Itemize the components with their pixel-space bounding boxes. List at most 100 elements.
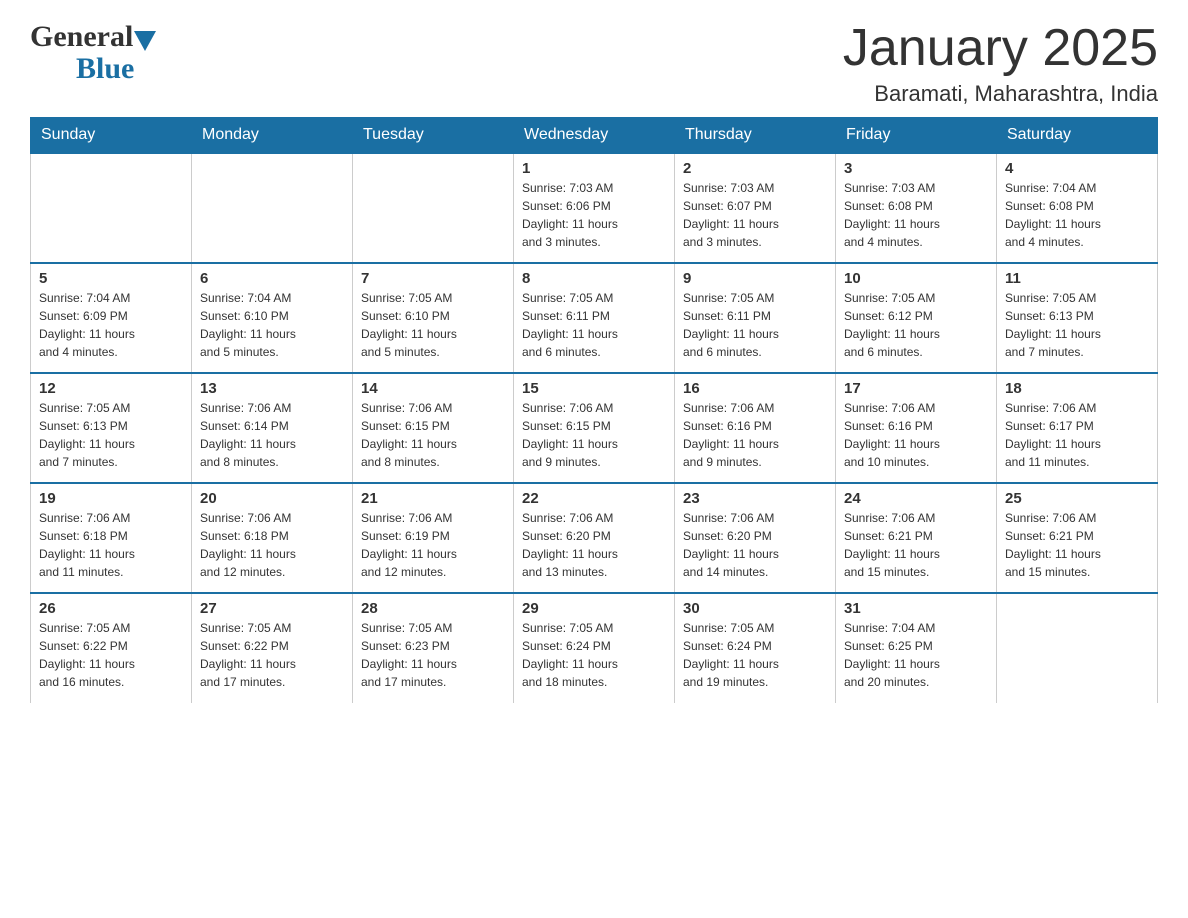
- day-number: 11: [1005, 270, 1149, 287]
- logo: General Blue: [30, 20, 157, 86]
- day-number: 13: [200, 380, 344, 397]
- day-number: 23: [683, 490, 827, 507]
- calendar-table: SundayMondayTuesdayWednesdayThursdayFrid…: [30, 117, 1158, 703]
- day-number: 6: [200, 270, 344, 287]
- day-info: Sunrise: 7:06 AM Sunset: 6:20 PM Dayligh…: [683, 509, 827, 581]
- day-number: 8: [522, 270, 666, 287]
- day-number: 20: [200, 490, 344, 507]
- logo-triangle-icon: [134, 31, 156, 51]
- header-friday: Friday: [836, 118, 997, 154]
- header-saturday: Saturday: [997, 118, 1158, 154]
- calendar-cell: 13 Sunrise: 7:06 AM Sunset: 6:14 PM Dayli…: [192, 373, 353, 483]
- calendar-cell: 7 Sunrise: 7:05 AM Sunset: 6:10 PM Daylig…: [353, 263, 514, 373]
- day-number: 18: [1005, 380, 1149, 397]
- day-info: Sunrise: 7:04 AM Sunset: 6:25 PM Dayligh…: [844, 619, 988, 691]
- calendar-cell: [353, 153, 514, 263]
- day-number: 14: [361, 380, 505, 397]
- day-number: 4: [1005, 160, 1149, 177]
- calendar-cell: 3 Sunrise: 7:03 AM Sunset: 6:08 PM Daylig…: [836, 153, 997, 263]
- logo-general: General: [30, 20, 133, 54]
- calendar-cell: 25Sunrise: 7:06 AM Sunset: 6:21 PM Dayli…: [997, 483, 1158, 593]
- day-info: Sunrise: 7:06 AM Sunset: 6:18 PM Dayligh…: [200, 509, 344, 581]
- day-info: Sunrise: 7:05 AM Sunset: 6:13 PM Dayligh…: [1005, 289, 1149, 361]
- day-number: 21: [361, 490, 505, 507]
- header-tuesday: Tuesday: [353, 118, 514, 154]
- page-subtitle: Baramati, Maharashtra, India: [843, 81, 1158, 107]
- day-number: 16: [683, 380, 827, 397]
- week-row-1: 1Sunrise: 7:03 AM Sunset: 6:06 PM Daylig…: [31, 153, 1158, 263]
- week-row-2: 5Sunrise: 7:04 AM Sunset: 6:09 PM Daylig…: [31, 263, 1158, 373]
- day-info: Sunrise: 7:05 AM Sunset: 6:11 PM Dayligh…: [522, 289, 666, 361]
- day-info: Sunrise: 7:04 AM Sunset: 6:10 PM Dayligh…: [200, 289, 344, 361]
- day-info: Sunrise: 7:06 AM Sunset: 6:16 PM Dayligh…: [844, 399, 988, 471]
- day-number: 28: [361, 600, 505, 617]
- day-number: 9: [683, 270, 827, 287]
- day-info: Sunrise: 7:04 AM Sunset: 6:08 PM Dayligh…: [1005, 179, 1149, 251]
- day-info: Sunrise: 7:06 AM Sunset: 6:18 PM Dayligh…: [39, 509, 183, 581]
- day-info: Sunrise: 7:04 AM Sunset: 6:09 PM Dayligh…: [39, 289, 183, 361]
- logo-blue: Blue: [76, 52, 134, 86]
- calendar-cell: 1Sunrise: 7:03 AM Sunset: 6:06 PM Daylig…: [514, 153, 675, 263]
- calendar-cell: [997, 593, 1158, 703]
- calendar-cell: 10 Sunrise: 7:05 AM Sunset: 6:12 PM Dayli…: [836, 263, 997, 373]
- calendar-cell: 26 Sunrise: 7:05 AM Sunset: 6:22 PM Dayli…: [31, 593, 192, 703]
- calendar-cell: 4 Sunrise: 7:04 AM Sunset: 6:08 PM Daylig…: [997, 153, 1158, 263]
- day-number: 24: [844, 490, 988, 507]
- calendar-cell: 14 Sunrise: 7:06 AM Sunset: 6:15 PM Dayli…: [353, 373, 514, 483]
- day-number: 2: [683, 160, 827, 177]
- day-number: 22: [522, 490, 666, 507]
- day-number: 29: [522, 600, 666, 617]
- header-sunday: Sunday: [31, 118, 192, 154]
- day-info: Sunrise: 7:06 AM Sunset: 6:17 PM Dayligh…: [1005, 399, 1149, 471]
- calendar-cell: 28Sunrise: 7:05 AM Sunset: 6:23 PM Dayli…: [353, 593, 514, 703]
- day-info: Sunrise: 7:06 AM Sunset: 6:15 PM Dayligh…: [361, 399, 505, 471]
- day-info: Sunrise: 7:06 AM Sunset: 6:19 PM Dayligh…: [361, 509, 505, 581]
- calendar-cell: 2 Sunrise: 7:03 AM Sunset: 6:07 PM Daylig…: [675, 153, 836, 263]
- week-row-5: 26 Sunrise: 7:05 AM Sunset: 6:22 PM Dayli…: [31, 593, 1158, 703]
- title-block: January 2025 Baramati, Maharashtra, Indi…: [843, 20, 1158, 107]
- day-info: Sunrise: 7:05 AM Sunset: 6:12 PM Dayligh…: [844, 289, 988, 361]
- day-number: 26: [39, 600, 183, 617]
- calendar-cell: 17Sunrise: 7:06 AM Sunset: 6:16 PM Dayli…: [836, 373, 997, 483]
- calendar-cell: 23 Sunrise: 7:06 AM Sunset: 6:20 PM Dayli…: [675, 483, 836, 593]
- day-number: 1: [522, 160, 666, 177]
- day-number: 7: [361, 270, 505, 287]
- calendar-cell: 6 Sunrise: 7:04 AM Sunset: 6:10 PM Daylig…: [192, 263, 353, 373]
- day-number: 27: [200, 600, 344, 617]
- day-info: Sunrise: 7:06 AM Sunset: 6:14 PM Dayligh…: [200, 399, 344, 471]
- day-info: Sunrise: 7:05 AM Sunset: 6:24 PM Dayligh…: [683, 619, 827, 691]
- calendar-cell: 9 Sunrise: 7:05 AM Sunset: 6:11 PM Daylig…: [675, 263, 836, 373]
- day-info: Sunrise: 7:06 AM Sunset: 6:15 PM Dayligh…: [522, 399, 666, 471]
- calendar-cell: 21 Sunrise: 7:06 AM Sunset: 6:19 PM Dayli…: [353, 483, 514, 593]
- day-number: 30: [683, 600, 827, 617]
- header-thursday: Thursday: [675, 118, 836, 154]
- page-header: General Blue January 2025 Baramati, Maha…: [30, 20, 1158, 107]
- day-info: Sunrise: 7:05 AM Sunset: 6:22 PM Dayligh…: [39, 619, 183, 691]
- calendar-cell: 19Sunrise: 7:06 AM Sunset: 6:18 PM Dayli…: [31, 483, 192, 593]
- calendar-cell: 22 Sunrise: 7:06 AM Sunset: 6:20 PM Dayli…: [514, 483, 675, 593]
- calendar-cell: 18 Sunrise: 7:06 AM Sunset: 6:17 PM Dayli…: [997, 373, 1158, 483]
- day-number: 12: [39, 380, 183, 397]
- calendar-cell: 11 Sunrise: 7:05 AM Sunset: 6:13 PM Dayli…: [997, 263, 1158, 373]
- calendar-cell: [31, 153, 192, 263]
- day-number: 10: [844, 270, 988, 287]
- calendar-cell: 27 Sunrise: 7:05 AM Sunset: 6:22 PM Dayli…: [192, 593, 353, 703]
- day-info: Sunrise: 7:06 AM Sunset: 6:16 PM Dayligh…: [683, 399, 827, 471]
- day-info: Sunrise: 7:06 AM Sunset: 6:20 PM Dayligh…: [522, 509, 666, 581]
- day-info: Sunrise: 7:06 AM Sunset: 6:21 PM Dayligh…: [844, 509, 988, 581]
- day-number: 3: [844, 160, 988, 177]
- calendar-cell: 8 Sunrise: 7:05 AM Sunset: 6:11 PM Daylig…: [514, 263, 675, 373]
- day-info: Sunrise: 7:05 AM Sunset: 6:10 PM Dayligh…: [361, 289, 505, 361]
- calendar-cell: [192, 153, 353, 263]
- calendar-cell: 5Sunrise: 7:04 AM Sunset: 6:09 PM Daylig…: [31, 263, 192, 373]
- calendar-cell: 16 Sunrise: 7:06 AM Sunset: 6:16 PM Dayli…: [675, 373, 836, 483]
- day-info: Sunrise: 7:03 AM Sunset: 6:08 PM Dayligh…: [844, 179, 988, 251]
- day-info: Sunrise: 7:03 AM Sunset: 6:07 PM Dayligh…: [683, 179, 827, 251]
- page-title: January 2025: [843, 20, 1158, 77]
- week-row-4: 19Sunrise: 7:06 AM Sunset: 6:18 PM Dayli…: [31, 483, 1158, 593]
- calendar-cell: 30 Sunrise: 7:05 AM Sunset: 6:24 PM Dayli…: [675, 593, 836, 703]
- week-row-3: 12Sunrise: 7:05 AM Sunset: 6:13 PM Dayli…: [31, 373, 1158, 483]
- calendar-cell: 15Sunrise: 7:06 AM Sunset: 6:15 PM Dayli…: [514, 373, 675, 483]
- day-info: Sunrise: 7:05 AM Sunset: 6:22 PM Dayligh…: [200, 619, 344, 691]
- day-info: Sunrise: 7:05 AM Sunset: 6:11 PM Dayligh…: [683, 289, 827, 361]
